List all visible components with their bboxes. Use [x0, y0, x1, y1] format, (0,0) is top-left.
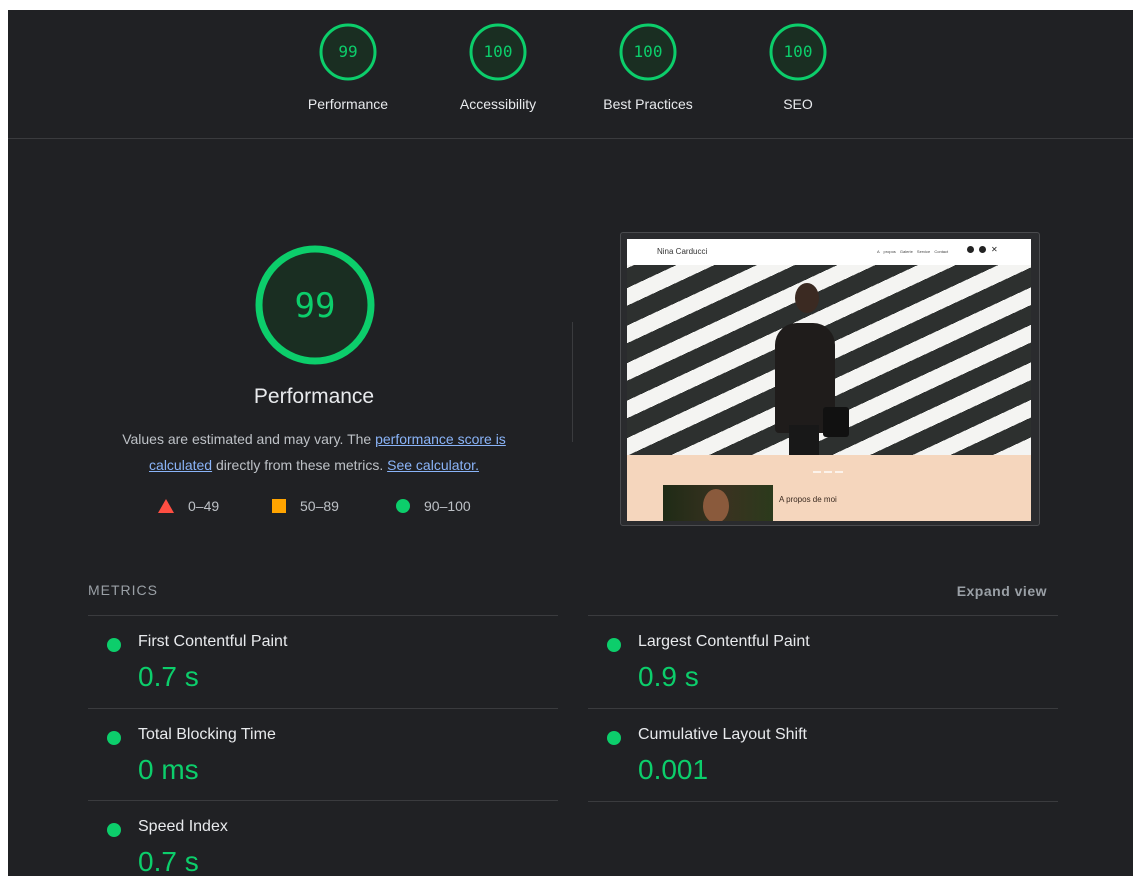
metric-value: 0.001	[638, 754, 709, 785]
gauge-ring-icon: 100	[619, 23, 677, 81]
performance-description: Values are estimated and may vary. The p…	[100, 426, 528, 478]
gauge-score: 100	[784, 42, 813, 61]
gauge-performance[interactable]: 99 Performance	[288, 22, 408, 112]
portrait-face	[703, 489, 729, 521]
gauge-best-practices[interactable]: 100 Best Practices	[588, 22, 708, 112]
expand-view-button[interactable]: Expand view	[957, 583, 1047, 599]
circle-icon	[396, 499, 410, 513]
divider	[572, 322, 573, 442]
instagram-icon	[967, 246, 974, 253]
performance-score: 99	[295, 286, 336, 326]
pass-circle-icon	[107, 823, 121, 837]
category-gauges: 99 Performance 100 Accessibility 100 Bes…	[8, 10, 1133, 139]
metric-value: 0.9 s	[638, 661, 699, 692]
gauge-ring-icon: 99	[319, 23, 377, 81]
metric-first-contentful-paint[interactable]: First Contentful Paint 0.7 s	[88, 615, 558, 708]
x-icon: ✕	[991, 245, 998, 254]
metric-name: Largest Contentful Paint	[638, 633, 810, 650]
gauge-ring-icon: 100	[769, 23, 827, 81]
metric-name: Speed Index	[138, 818, 228, 835]
screenshot-navbar: Nina Carducci A propos Galerie Service C…	[627, 239, 1031, 265]
gauge-accessibility[interactable]: 100 Accessibility	[438, 22, 558, 112]
metric-total-blocking-time[interactable]: Total Blocking Time 0 ms	[88, 708, 558, 801]
metric-value: 0 ms	[138, 754, 199, 785]
legend-range: 90–100	[424, 498, 471, 514]
screenshot-brand: Nina Carducci	[657, 247, 708, 256]
gauge-score: 100	[634, 42, 663, 61]
desc-text: Values are estimated and may vary. The	[122, 431, 376, 447]
screenshot-hero-image	[627, 265, 1031, 473]
performance-gauge: 99	[255, 245, 375, 365]
gauge-score: 100	[484, 42, 513, 61]
lighthouse-report: 99 Performance 100 Accessibility 100 Bes…	[8, 10, 1133, 876]
pass-circle-icon	[107, 731, 121, 745]
final-screenshot[interactable]: Nina Carducci A propos Galerie Service C…	[620, 232, 1040, 526]
gauge-label: Performance	[307, 96, 389, 112]
metric-speed-index[interactable]: Speed Index 0.7 s	[88, 800, 558, 876]
desc-text: directly from these metrics.	[212, 457, 388, 473]
metric-value: 0.7 s	[138, 846, 199, 876]
screenshot-social: ✕	[967, 245, 998, 254]
screenshot-page: Nina Carducci A propos Galerie Service C…	[627, 239, 1031, 521]
see-calculator-link[interactable]: See calculator.	[387, 457, 479, 473]
pass-circle-icon	[607, 731, 621, 745]
performance-title: Performance	[253, 385, 375, 408]
metric-cumulative-layout-shift[interactable]: Cumulative Layout Shift 0.001	[588, 708, 1058, 802]
metric-name: First Contentful Paint	[138, 633, 288, 650]
gauge-label: Accessibility	[459, 96, 537, 112]
legend-range: 0–49	[188, 498, 220, 514]
gauge-label: Best Practices	[603, 96, 693, 112]
gauge-score: 99	[338, 42, 357, 61]
score-legend: 0–49 50–89 90–100	[158, 498, 498, 518]
person-legs	[789, 425, 819, 455]
pass-circle-icon	[607, 638, 621, 652]
legend-average: 50–89	[272, 498, 339, 514]
gauge-ring-icon: 100	[469, 23, 527, 81]
square-icon	[272, 499, 286, 513]
person-head	[795, 283, 819, 313]
legend-fail: 0–49	[158, 498, 219, 514]
gauge-seo[interactable]: 100 SEO	[738, 22, 858, 112]
pass-circle-icon	[107, 638, 121, 652]
screenshot-about-text: A propos de moi	[779, 495, 837, 504]
bag-icon	[823, 407, 849, 437]
triangle-icon	[158, 499, 174, 513]
screenshot-nav-links: A propos Galerie Service Contact	[877, 249, 949, 254]
carousel-indicators	[813, 471, 843, 473]
metrics-heading: METRICS	[88, 582, 158, 598]
facebook-icon	[979, 246, 986, 253]
gauge-label: SEO	[783, 96, 813, 112]
metric-value: 0.7 s	[138, 661, 199, 692]
legend-range: 50–89	[300, 498, 339, 514]
metric-name: Total Blocking Time	[138, 726, 276, 743]
metric-name: Cumulative Layout Shift	[638, 726, 807, 743]
legend-pass: 90–100	[396, 498, 471, 514]
metric-largest-contentful-paint[interactable]: Largest Contentful Paint 0.9 s	[588, 615, 1058, 708]
screenshot-portrait	[663, 485, 773, 521]
